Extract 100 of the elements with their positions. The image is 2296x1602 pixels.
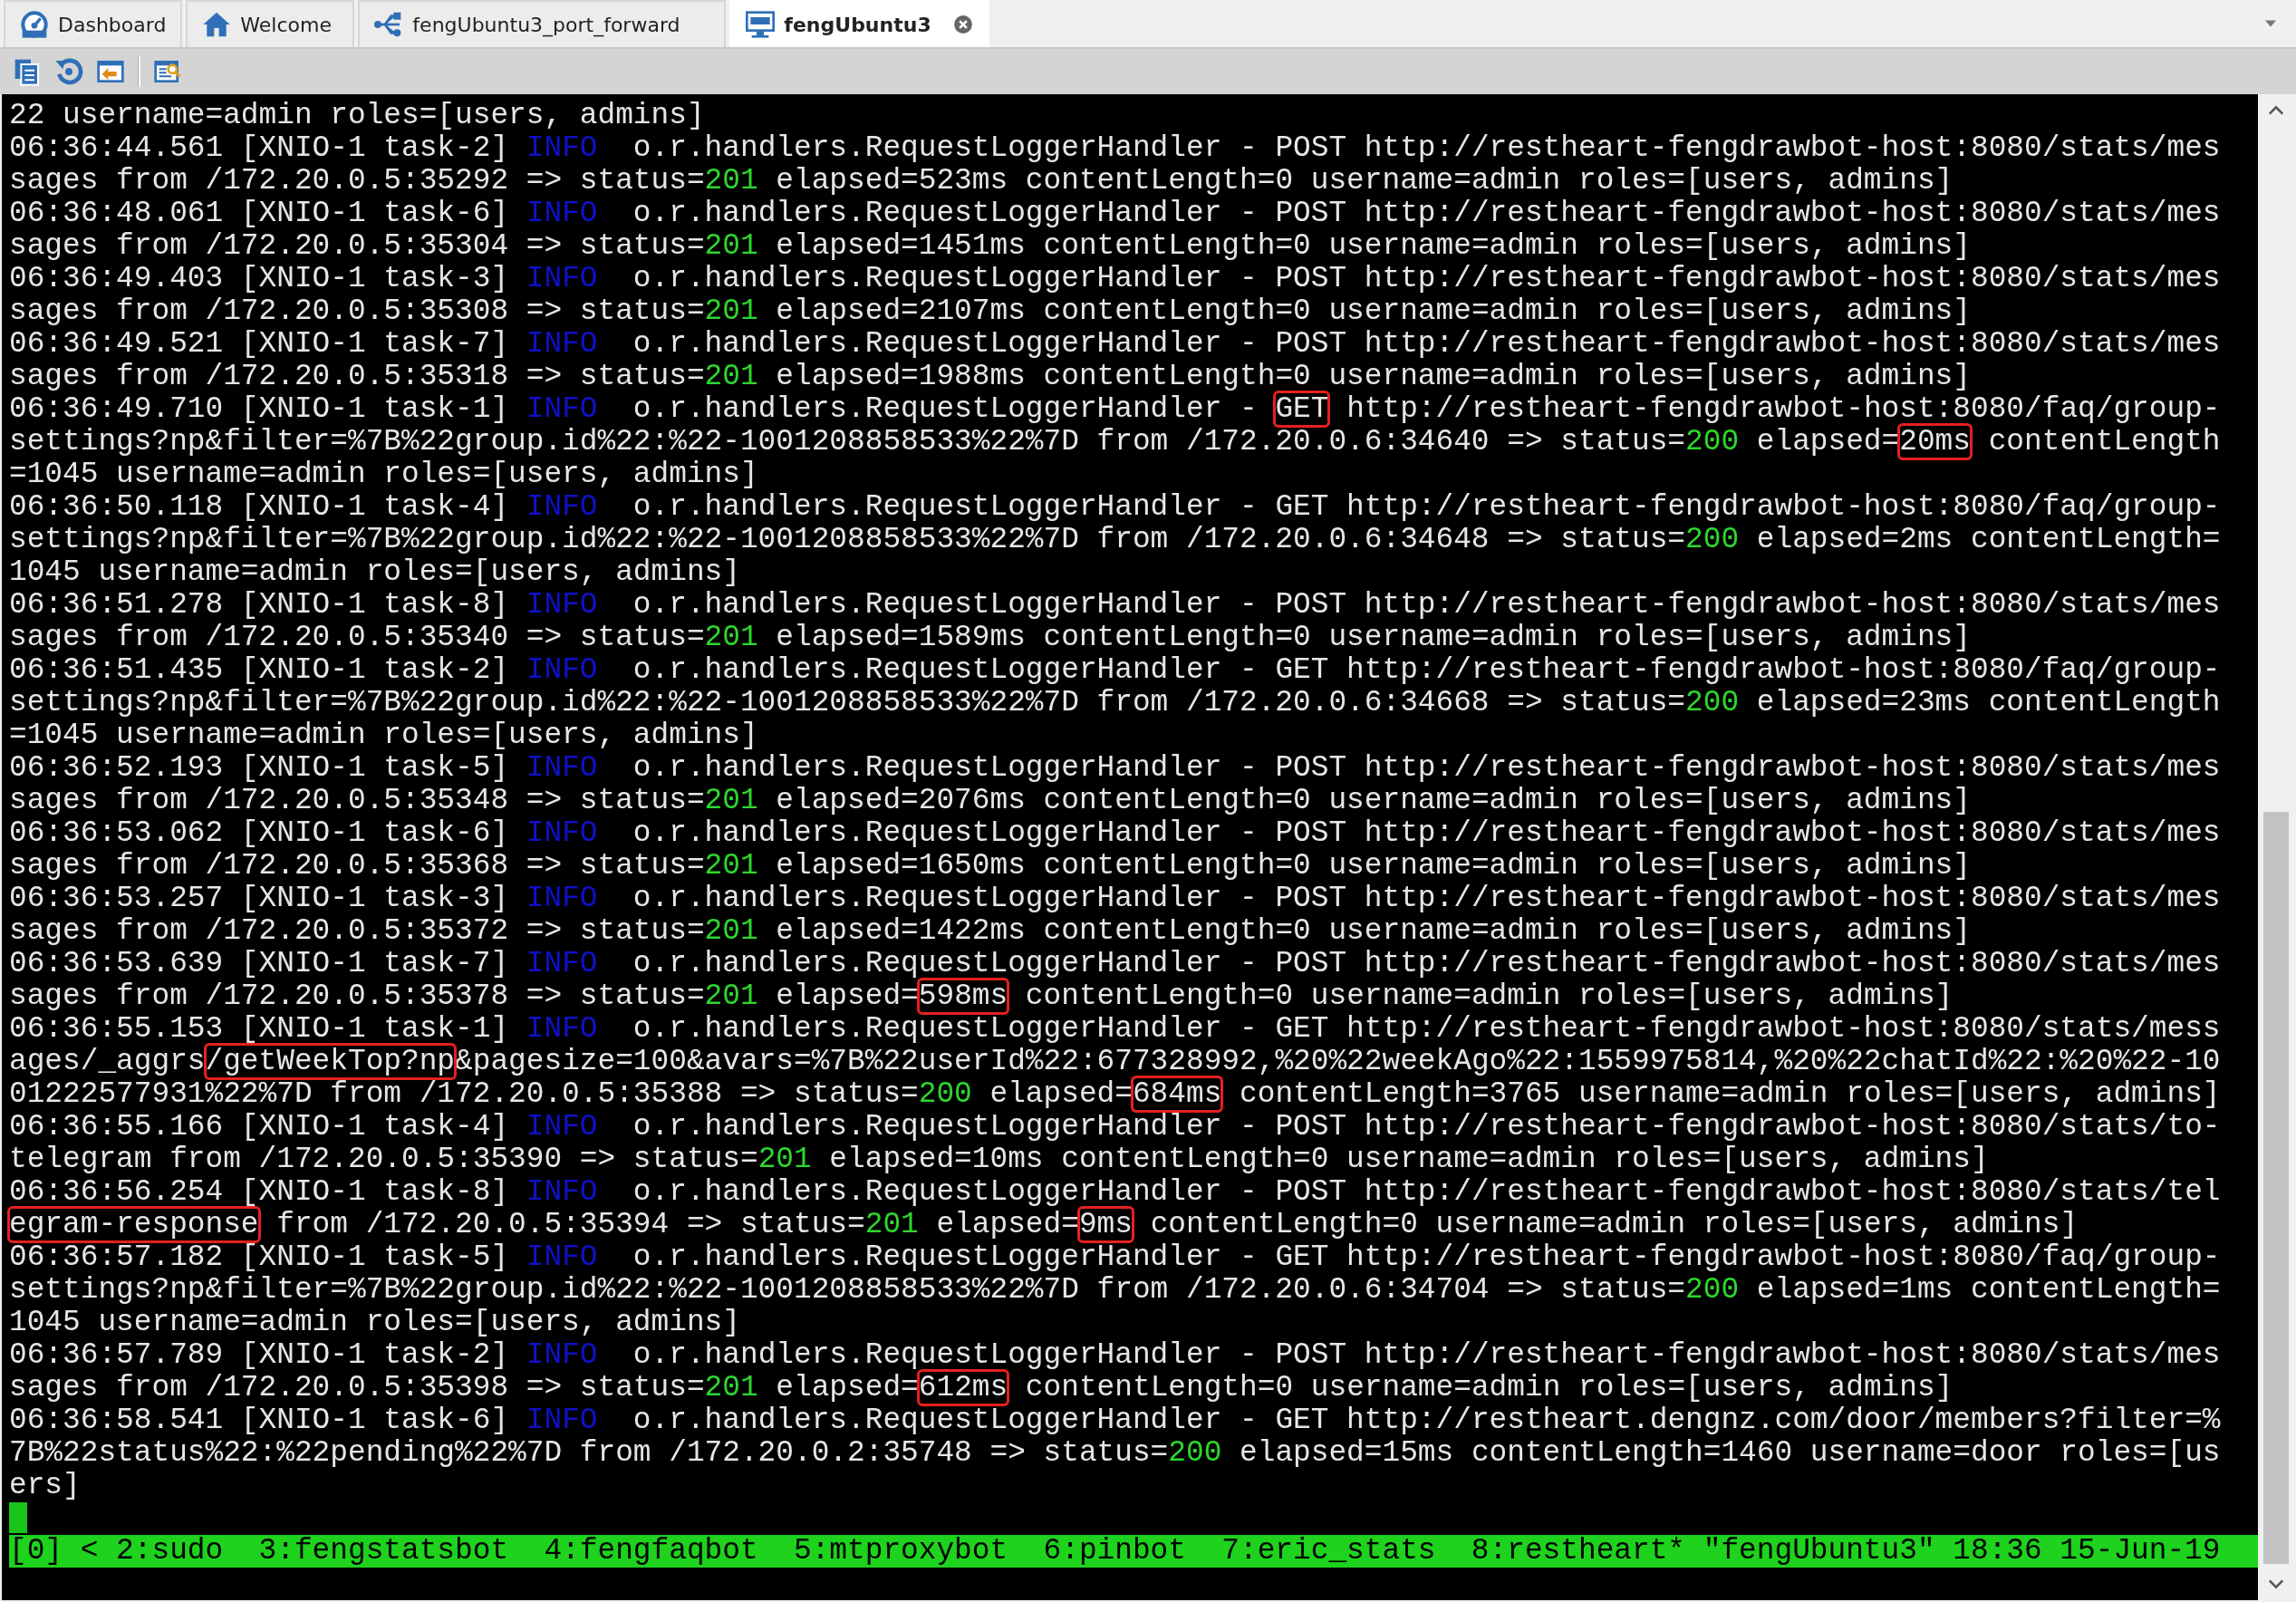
log-text: o.r.handlers.RequestLoggerHandler - GET http://restheart-fengdrawbot-host:8080/faq/group- <box>632 1240 2221 1274</box>
scrollbar-thumb[interactable] <box>2263 812 2289 1564</box>
log-level: INFO <box>526 588 598 622</box>
tmux-status-bar: [0] < 2:sudo 3:fengstatsbot 4:fengfaqbot 5:mtproxybot 6:pinbot 7:eric_stats 8:restheart* "fengUbuntu3" 18:36 15-Jun-19 <box>9 1535 2258 1568</box>
log-level: INFO <box>526 197 598 230</box>
log-level: INFO <box>526 1240 598 1274</box>
log-text: elapsed=23ms contentLength <box>1755 686 2221 719</box>
log-text: o.r.handlers.RequestLoggerHandler - POST http://restheart-fengdrawbot-host:8080/stats/mes <box>632 751 2221 785</box>
status-code: 201 <box>704 980 758 1013</box>
log-text: sages from /172.20.0.5:35340 => status= <box>9 621 705 654</box>
highlighted-text: 598ms <box>918 980 1008 1013</box>
log-text: elapsed=1422ms contentLength=0 username=admin roles=[users, admins] <box>775 914 1971 948</box>
log-text: 06:36:53.639 [XNIO-1 task-7] <box>9 947 510 980</box>
dropdown-icon[interactable] <box>2265 20 2276 27</box>
close-icon[interactable] <box>952 14 973 34</box>
tab[interactable]: Welcome <box>186 0 355 47</box>
log-text: elapsed=1988ms contentLength=0 username=admin roles=[users, admins] <box>775 360 1971 393</box>
refresh-icon[interactable] <box>54 57 83 86</box>
status-code: 201 <box>704 1371 758 1404</box>
log-level: INFO <box>526 1110 598 1144</box>
log-text: elapsed=2076ms contentLength=0 username=admin roles=[users, admins] <box>775 784 1971 817</box>
log-text: elapsed=10ms contentLength=0 username=admin roles=[users, admins] <box>828 1143 1989 1176</box>
log-text: 06:36:52.193 [XNIO-1 task-5] <box>9 751 510 785</box>
log-text: o.r.handlers.RequestLoggerHandler - POST http://restheart-fengdrawbot-host:8080/stats/mes <box>632 131 2221 165</box>
log-text: 7B%22status%22:%22pending%22%7D from /172.20.0.2:35748 => status= <box>9 1436 1169 1470</box>
log-text: o.r.handlers.RequestLoggerHandler - POST http://restheart-fengdrawbot-host:8080/stats/to- <box>632 1110 2221 1144</box>
log-level: INFO <box>526 392 598 426</box>
tab-label: Welcome <box>240 13 332 36</box>
log-text: sages from /172.20.0.5:35292 => status= <box>9 164 705 198</box>
log-text: o.r.handlers.RequestLoggerHandler - POST http://restheart-fengdrawbot-host:8080/stats/mes <box>632 588 2221 622</box>
log-text: 06:36:55.153 [XNIO-1 task-1] <box>9 1012 510 1046</box>
highlighted-text: GET <box>1275 392 1329 426</box>
log-text: ers] <box>9 1469 81 1502</box>
log-text: elapsed= <box>775 1371 919 1404</box>
log-level: INFO <box>526 1404 598 1437</box>
status-code: 200 <box>1685 425 1740 458</box>
log-text: 06:36:57.789 [XNIO-1 task-2] <box>9 1338 510 1372</box>
highlighted-text: 9ms <box>1078 1208 1133 1241</box>
status-code: 201 <box>757 1143 812 1176</box>
highlighted-text: 612ms <box>918 1371 1008 1404</box>
status-code: 201 <box>704 784 758 817</box>
log-text: sages from /172.20.0.5:35398 => status= <box>9 1371 705 1404</box>
gauge-icon <box>20 10 49 39</box>
log-text: elapsed= <box>935 1208 1079 1241</box>
log-text: o.r.handlers.RequestLoggerHandler - POST http://restheart-fengdrawbot-host:8080/stats/mes <box>632 882 2221 915</box>
log-text: elapsed=1650ms contentLength=0 username=admin roles=[users, admins] <box>775 849 1971 883</box>
log-text: settings?np&filter=%7B%22group.id%22:%22-1001208858533%22%7D from /172.20.0.6:34704 => status= <box>9 1273 1686 1307</box>
log-text: 06:36:49.710 [XNIO-1 task-1] <box>9 392 510 426</box>
log-text: 06:36:55.166 [XNIO-1 task-4] <box>9 1110 510 1144</box>
log-text: o.r.handlers.RequestLoggerHandler - POST http://restheart-fengdrawbot-host:8080/stats/tel <box>632 1175 2221 1209</box>
log-text: =1045 username=admin roles=[users, admins] <box>9 719 758 752</box>
log-text: elapsed= <box>775 980 919 1013</box>
log-text: settings?np&filter=%7B%22group.id%22:%22-1001208858533%22%7D from /172.20.0.6:34648 => status= <box>9 523 1686 556</box>
highlighted-text: 684ms <box>1132 1077 1222 1111</box>
highlighted-text: egram-response <box>9 1208 259 1241</box>
log-level: INFO <box>526 262 598 295</box>
tab[interactable]: Dashboard <box>4 0 183 47</box>
documents-icon[interactable] <box>13 57 42 86</box>
house-icon <box>202 10 232 39</box>
log-text: o.r.handlers.RequestLoggerHandler - POST http://restheart-fengdrawbot-host:8080/stats/mes <box>632 327 2221 361</box>
log-text: elapsed= <box>989 1077 1133 1111</box>
status-code: 200 <box>1685 686 1740 719</box>
log-text: o.r.handlers.RequestLoggerHandler - GET http://restheart-fengdrawbot-host:8080/stats/mess <box>632 1012 2221 1046</box>
tab-label: fengUbuntu3_port_forward <box>412 13 680 36</box>
log-text: 06:36:51.278 [XNIO-1 task-8] <box>9 588 510 622</box>
log-text: 1045 username=admin roles=[users, admins] <box>9 555 740 589</box>
log-text: elapsed=1589ms contentLength=0 username=admin roles=[users, admins] <box>775 621 1971 654</box>
log-text: elapsed=15ms contentLength=1460 username=door roles=[us <box>1239 1436 2221 1470</box>
monitor-icon <box>746 10 776 39</box>
log-text: 06:36:49.403 [XNIO-1 task-3] <box>9 262 510 295</box>
log-level: INFO <box>526 947 598 980</box>
log-text: elapsed=523ms contentLength=0 username=admin roles=[users, admins] <box>775 164 1954 198</box>
status-code: 201 <box>704 229 758 263</box>
log-text: o.r.handlers.RequestLoggerHandler - GET http://restheart.dengnz.com/door/members?filter=% <box>632 1404 2221 1437</box>
status-code: 201 <box>704 360 758 393</box>
status-code: 200 <box>918 1077 972 1111</box>
log-text: sages from /172.20.0.5:35304 => status= <box>9 229 705 263</box>
log-text: o.r.handlers.RequestLoggerHandler - <box>632 392 1259 426</box>
status-code: 201 <box>704 914 758 948</box>
scroll-up-icon[interactable] <box>2268 105 2284 116</box>
log-text: from /172.20.0.5:35394 => status= <box>275 1208 865 1241</box>
status-code: 201 <box>864 1208 919 1241</box>
tab[interactable]: fengUbuntu3_port_forward <box>358 0 727 47</box>
log-text: 01222577931%22%7D from /172.20.0.5:35388 => status= <box>9 1077 919 1111</box>
status-code: 200 <box>1168 1436 1222 1470</box>
log-text: 06:36:53.062 [XNIO-1 task-6] <box>9 816 510 850</box>
log-text: o.r.handlers.RequestLoggerHandler - POST http://restheart-fengdrawbot-host:8080/stats/mes <box>632 816 2221 850</box>
log-text: sages from /172.20.0.5:35318 => status= <box>9 360 705 393</box>
log-text: sages from /172.20.0.5:35372 => status= <box>9 914 705 948</box>
tab[interactable]: fengUbuntu3 <box>729 0 989 47</box>
log-text: o.r.handlers.RequestLoggerHandler - POST http://restheart-fengdrawbot-host:8080/stats/mes <box>632 1338 2221 1372</box>
scroll-down-icon[interactable] <box>2268 1578 2284 1589</box>
status-code: 201 <box>704 849 758 883</box>
log-text: ages/_aggrs <box>9 1045 206 1078</box>
tab-label: Dashboard <box>58 13 167 36</box>
log-level: INFO <box>526 327 598 361</box>
log-text: o.r.handlers.RequestLoggerHandler - POST http://restheart-fengdrawbot-host:8080/stats/mes <box>632 197 2221 230</box>
log-level: INFO <box>526 1175 598 1209</box>
log-text: &pagesize=100&avars=%7B%22userId%22:677328992,%20%22weekAgo%22:1559975814,%20%22chatId%22:%20%22-10 <box>455 1045 2221 1078</box>
log-text: http://restheart-fengdrawbot-host:8080/faq/group- <box>1346 392 2221 426</box>
